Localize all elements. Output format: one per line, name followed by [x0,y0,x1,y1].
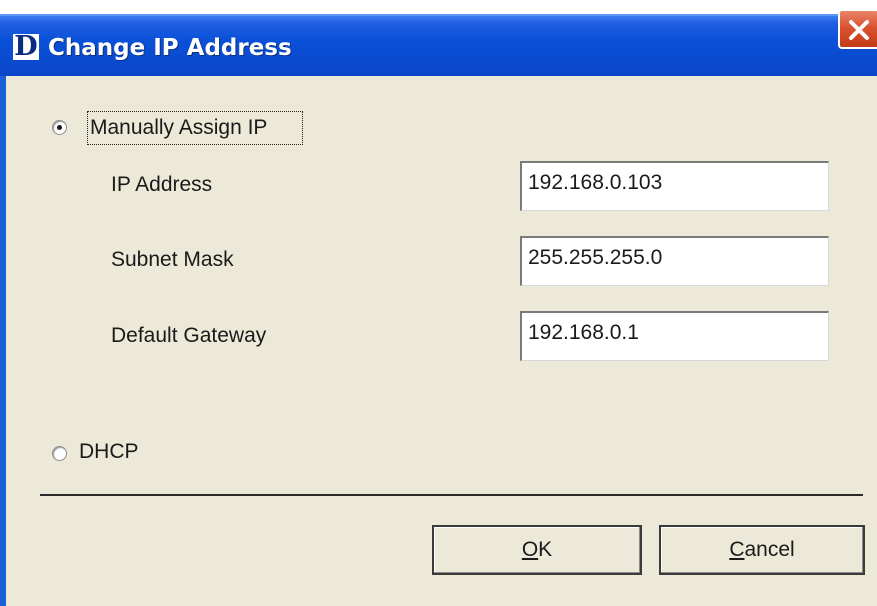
window-title: Change IP Address [48,35,292,61]
ip-address-label: IP Address [111,173,213,196]
subnet-mask-label: Subnet Mask [111,248,234,271]
ok-label-rest: K [538,538,553,561]
manual-ip-radio[interactable] [52,120,67,135]
window-left-border [0,76,6,606]
subnet-mask-input[interactable]: 255.255.255.0 [520,236,829,286]
manual-ip-label[interactable]: Manually Assign IP [90,116,267,140]
cancel-label-rest: ancel [744,538,795,561]
top-strip [0,0,877,14]
dhcp-label[interactable]: DHCP [79,440,139,464]
separator-line [40,494,863,496]
change-ip-dialog: D Change IP Address Manually Assign IP I… [0,0,877,606]
dhcp-radio[interactable] [52,446,67,461]
cancel-button[interactable]: Cancel [659,525,865,575]
default-gateway-label: Default Gateway [111,324,267,347]
default-gateway-input[interactable]: 192.168.0.1 [520,311,829,361]
ok-mnemonic: O [521,538,539,561]
close-button[interactable] [838,9,877,49]
close-icon [849,20,869,40]
cancel-mnemonic: C [729,538,745,561]
ok-button[interactable]: OK [432,525,642,575]
dlink-logo-icon: D [13,31,39,62]
radio-selected-dot [57,125,62,130]
title-bar[interactable]: D Change IP Address [0,14,877,76]
ip-address-input[interactable]: 192.168.0.103 [520,161,829,211]
